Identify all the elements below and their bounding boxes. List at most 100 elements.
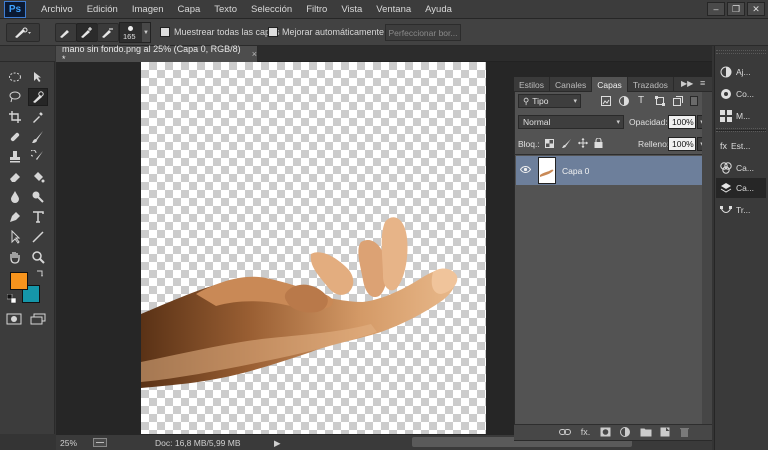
foreground-color-swatch[interactable]: [10, 272, 28, 290]
quick-mask-icon[interactable]: [6, 313, 22, 325]
close-window-button[interactable]: ✕: [747, 2, 765, 16]
zoom-tool[interactable]: [28, 248, 48, 266]
tab-canales[interactable]: Canales: [550, 77, 593, 92]
layers-icon: [720, 183, 732, 193]
dodge-tool[interactable]: [28, 188, 48, 206]
document-tab[interactable]: mano sin fondo.png al 25% (Capa 0, RGB/8…: [56, 44, 258, 64]
marquee-tool[interactable]: [5, 68, 25, 86]
filter-shape-icon[interactable]: [655, 96, 665, 106]
type-tool[interactable]: [28, 208, 48, 226]
brush-new-icon: [60, 29, 69, 38]
styles-icon: fx: [720, 141, 728, 151]
paint-bucket-tool[interactable]: [28, 168, 48, 186]
restore-button[interactable]: ❐: [727, 2, 745, 16]
eyedropper-icon: [33, 112, 43, 123]
link-layers-icon[interactable]: [559, 428, 571, 436]
lock-pixels-icon[interactable]: [562, 138, 572, 148]
swap-colors-icon[interactable]: [35, 268, 45, 278]
crop-tool[interactable]: [5, 108, 25, 126]
filter-smart-object-icon[interactable]: [673, 96, 683, 106]
new-selection-button[interactable]: [55, 23, 77, 42]
layer-style-icon[interactable]: fx.: [580, 427, 591, 437]
menu-capa[interactable]: Capa: [171, 4, 208, 15]
clone-stamp-tool[interactable]: [5, 148, 25, 166]
filter-type-icon[interactable]: T: [638, 95, 644, 106]
tab-trazados[interactable]: Trazados: [628, 77, 674, 92]
filter-pixel-icon[interactable]: [601, 96, 611, 106]
layer-mask-icon[interactable]: [600, 427, 611, 437]
options-bar: 165 ▼ Muestrear todas las capas Mejorar …: [0, 19, 768, 46]
zoom-level[interactable]: 25%: [60, 438, 77, 448]
tab-estilos[interactable]: Estilos: [514, 77, 551, 92]
filter-toggle-switch[interactable]: [690, 96, 698, 106]
screen-mode-icon[interactable]: [30, 313, 46, 325]
layer-name[interactable]: Capa 0: [562, 166, 589, 176]
brush-size-picker[interactable]: 165 ▼: [119, 22, 151, 43]
dock-grip[interactable]: [716, 128, 766, 132]
eye-icon[interactable]: [520, 165, 531, 174]
menu-vista[interactable]: Vista: [334, 4, 369, 15]
dock-layers[interactable]: Ca...: [716, 178, 766, 198]
fill-input[interactable]: 100%: [668, 137, 696, 151]
quick-selection-tool[interactable]: [28, 88, 48, 106]
menu-archivo[interactable]: Archivo: [34, 4, 80, 15]
pen-tool[interactable]: [5, 208, 25, 226]
lock-transparent-icon[interactable]: [545, 139, 554, 148]
tab-capas[interactable]: Capas: [592, 77, 628, 92]
auto-enhance-checkbox[interactable]: [268, 27, 278, 37]
status-menu-arrow[interactable]: ▶: [274, 438, 281, 449]
lock-all-icon[interactable]: [594, 138, 603, 148]
dock-grip[interactable]: [716, 50, 766, 54]
new-layer-icon[interactable]: [660, 427, 670, 437]
move-tool[interactable]: [28, 68, 48, 86]
sample-all-layers-checkbox[interactable]: [160, 27, 170, 37]
default-colors-icon[interactable]: [7, 294, 17, 304]
menu-filtro[interactable]: Filtro: [299, 4, 334, 15]
layer-thumbnail[interactable]: [538, 157, 556, 184]
blur-tool[interactable]: [5, 188, 25, 206]
filter-adjustment-icon[interactable]: [619, 96, 629, 106]
dock-styles[interactable]: fx Est...: [716, 136, 766, 156]
menu-texto[interactable]: Texto: [207, 4, 244, 15]
dock-swatches[interactable]: M...: [716, 106, 766, 126]
delete-layer-icon[interactable]: [680, 427, 689, 437]
lasso-tool[interactable]: [5, 88, 25, 106]
dock-color[interactable]: Co...: [716, 84, 766, 104]
menu-ayuda[interactable]: Ayuda: [418, 4, 459, 15]
collapse-panel-icon[interactable]: ▶▶: [681, 79, 693, 88]
opacity-input[interactable]: 100%: [668, 115, 696, 129]
menu-ventana[interactable]: Ventana: [369, 4, 418, 15]
hand-image: [141, 217, 458, 388]
brush-tool[interactable]: [28, 128, 48, 146]
menu-seleccion[interactable]: Selección: [244, 4, 299, 15]
eyedropper-tool[interactable]: [28, 108, 48, 126]
tool-preset-picker[interactable]: [6, 23, 40, 42]
menu-edicion[interactable]: Edición: [80, 4, 125, 15]
line-tool[interactable]: [28, 228, 48, 246]
eraser-tool[interactable]: [5, 168, 25, 186]
subtract-from-selection-button[interactable]: [97, 23, 119, 42]
dock-channels[interactable]: Ca...: [716, 158, 766, 178]
layers-scrollbar[interactable]: [702, 92, 712, 424]
add-to-selection-button[interactable]: [76, 23, 98, 42]
tools-panel-header[interactable]: [0, 46, 55, 62]
lock-position-icon[interactable]: [578, 138, 588, 148]
dock-adjustments[interactable]: Aj...: [716, 62, 766, 82]
path-selection-tool[interactable]: [5, 228, 25, 246]
panel-menu-icon[interactable]: ≡: [700, 78, 705, 88]
document-canvas[interactable]: [141, 62, 486, 436]
filter-kind-dropdown[interactable]: ⚲ Tipo ▾: [518, 94, 581, 108]
hand-tool[interactable]: [5, 248, 25, 266]
adjustment-layer-icon[interactable]: [620, 427, 630, 437]
photoshop-logo: Ps: [4, 0, 26, 18]
refine-edge-button[interactable]: Perfeccionar bor...: [385, 24, 461, 41]
menu-imagen[interactable]: Imagen: [125, 4, 171, 15]
blend-mode-dropdown[interactable]: Normal ▾: [518, 115, 624, 129]
healing-brush-tool[interactable]: [5, 128, 25, 146]
close-document-icon[interactable]: ×: [252, 49, 257, 59]
dock-paths[interactable]: Tr...: [716, 200, 766, 220]
history-brush-tool[interactable]: [28, 148, 48, 166]
minimize-button[interactable]: –: [707, 2, 725, 16]
share-icon[interactable]: [93, 438, 107, 447]
new-group-icon[interactable]: [640, 427, 652, 437]
